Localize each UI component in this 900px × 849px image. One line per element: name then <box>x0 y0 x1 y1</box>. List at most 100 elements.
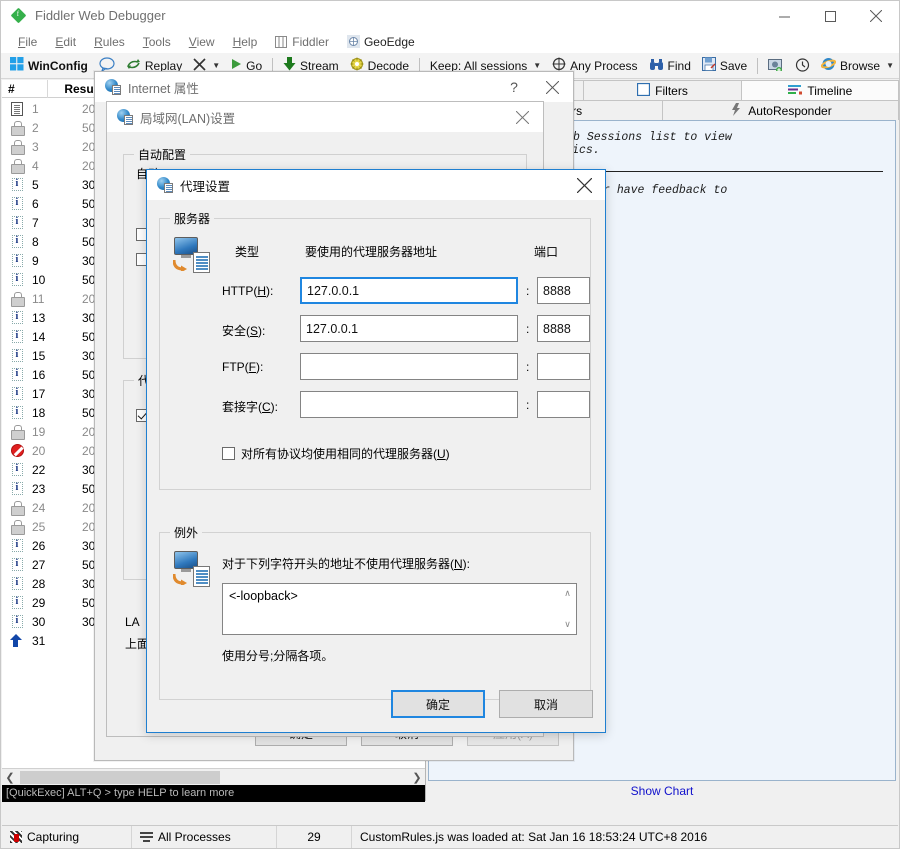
scroll-left-icon[interactable]: ❮ <box>2 771 18 784</box>
column-label-address: 要使用的代理服务器地址 <box>305 245 438 259</box>
session-icon-cell <box>2 197 32 210</box>
http-port-input[interactable]: 8888 <box>537 277 590 304</box>
tab-timeline[interactable]: Timeline <box>740 80 899 100</box>
menu-file[interactable]: File <box>9 33 46 51</box>
session-number: 18 <box>32 405 46 420</box>
help-question-icon[interactable]: ? <box>499 72 529 102</box>
session-number: 19 <box>32 424 46 439</box>
status-capturing[interactable]: Capturing <box>2 825 132 848</box>
exceptions-textarea[interactable]: <-loopback> ∧ ∨ <box>222 583 577 635</box>
toolbar-browse[interactable]: Browse ▼ <box>816 55 899 76</box>
proxy-settings-close-icon[interactable] <box>563 170 605 200</box>
server-group: 服务器 类型 要使用的代理服务器地址 端口 HTTP(H): 127.0.0.1… <box>159 210 591 490</box>
show-chart-link[interactable]: Show Chart <box>426 781 898 801</box>
hscroll-thumb[interactable] <box>20 770 220 784</box>
lock-icon <box>11 159 25 174</box>
session-number: 27 <box>32 557 46 572</box>
filters-icon <box>637 82 651 99</box>
ftp-proxy-input[interactable] <box>300 353 518 380</box>
menu-view[interactable]: View <box>180 33 224 51</box>
fiddler-window: Fiddler Web Debugger File Edit Rules Too… <box>0 0 900 849</box>
column-label-port: 端口 <box>534 245 559 259</box>
proxy-settings-body: 服务器 类型 要使用的代理服务器地址 端口 HTTP(H): 127.0.0.1… <box>147 200 605 732</box>
status-count: 29 <box>277 825 352 848</box>
socks-proxy-input[interactable] <box>300 391 518 418</box>
exceptions-computer-icon <box>172 551 210 587</box>
status-processes[interactable]: All Processes <box>132 825 277 848</box>
windows-icon <box>10 57 24 74</box>
lock-icon <box>11 121 25 136</box>
scroll-right-icon[interactable]: ❯ <box>409 771 425 784</box>
info-icon <box>11 463 23 476</box>
session-number: 7 <box>32 215 39 230</box>
menu-edit[interactable]: Edit <box>46 33 85 51</box>
info-icon <box>11 349 23 362</box>
scroll-down-icon[interactable]: ∨ <box>564 619 571 630</box>
colon-secure: : <box>526 322 530 336</box>
lan-settings-title: 局域网(LAN)设置 <box>140 111 236 126</box>
info-icon <box>11 577 23 590</box>
session-number: 16 <box>32 367 46 382</box>
socks-port-input[interactable] <box>537 391 590 418</box>
exceptions-scrollbar[interactable]: ∧ ∨ <box>560 585 575 633</box>
proxy-ok-button[interactable]: 确定 <box>391 690 485 718</box>
same-proxy-row[interactable]: 对所有协议均使用相同的代理服务器(U) <box>222 445 450 462</box>
toolbar-save[interactable]: Save <box>697 55 752 76</box>
scroll-up-icon[interactable]: ∧ <box>564 588 571 599</box>
tab-autoresponder[interactable]: AutoResponder <box>662 100 899 120</box>
proxy-settings-title: 代理设置 <box>180 179 231 194</box>
ftp-port-input[interactable] <box>537 353 590 380</box>
hscroll-track[interactable] <box>18 769 409 785</box>
menu-geoedge[interactable]: GeoEdge <box>338 33 424 51</box>
session-icon-cell <box>2 101 32 116</box>
window-title: Fiddler Web Debugger <box>35 8 166 23</box>
same-proxy-label: 对所有协议均使用相同的代理服务器(U) <box>241 447 450 461</box>
menu-help[interactable]: Help <box>224 33 267 51</box>
chevron-down-icon[interactable]: ▼ <box>212 61 220 70</box>
session-number: 24 <box>32 500 46 515</box>
lock-icon <box>11 520 25 535</box>
chevron-down-icon-browse[interactable]: ▼ <box>886 61 894 70</box>
maximize-button[interactable] <box>807 1 853 31</box>
session-icon-cell <box>2 520 32 535</box>
field-label-secure: 安全(S): <box>222 324 266 338</box>
info-icon <box>11 254 23 267</box>
ie-browse-icon <box>820 57 837 74</box>
session-icon-cell <box>2 596 32 609</box>
session-number: 17 <box>32 386 46 401</box>
toolbar-find[interactable]: Find <box>644 56 696 76</box>
session-icon-cell <box>2 615 32 628</box>
toolbar-winconfig[interactable]: WinConfig <box>5 55 93 76</box>
toolbar-timer[interactable] <box>790 55 815 77</box>
toolbar-browse-label: Browse <box>840 58 881 73</box>
exceptions-group: 例外 对于下列字符开头的地址不使用代理服务器(N): <-loopback> ∧ <box>159 524 591 700</box>
tab-filters[interactable]: Filters <box>583 80 742 100</box>
minimize-button[interactable] <box>761 1 807 31</box>
info-icon <box>11 216 23 229</box>
server-group-label: 服务器 <box>170 210 215 227</box>
lan-settings-close-icon[interactable] <box>501 102 543 132</box>
internet-properties-close-icon[interactable] <box>531 72 573 102</box>
column-header-number[interactable]: # <box>2 79 48 98</box>
menu-fiddler-label: Fiddler <box>292 35 329 49</box>
toolbar-camera[interactable] <box>763 55 789 76</box>
secure-proxy-input[interactable]: 127.0.0.1 <box>300 315 518 342</box>
proxy-settings-dialog: 代理设置 服务器 类型 要使用的代理服务器地址 端口 HTTP(H): 127.… <box>146 169 606 733</box>
menu-fiddler[interactable]: Fiddler <box>266 33 338 51</box>
same-proxy-checkbox[interactable] <box>222 447 235 460</box>
menu-rules[interactable]: Rules <box>85 33 134 51</box>
http-proxy-input[interactable]: 127.0.0.1 <box>300 277 518 304</box>
camera-icon <box>768 57 784 74</box>
secure-port-input[interactable]: 8888 <box>537 315 590 342</box>
info-icon <box>11 406 23 419</box>
menu-tools[interactable]: Tools <box>134 33 180 51</box>
close-button[interactable] <box>853 1 899 31</box>
session-icon-cell <box>2 558 32 571</box>
quickexec-box[interactable]: [QuickExec] ALT+Q > type HELP to learn m… <box>2 785 425 802</box>
session-icon-cell <box>2 425 32 440</box>
chevron-down-icon-keep[interactable]: ▼ <box>533 61 541 70</box>
sessions-hscrollbar[interactable]: ❮ ❯ <box>2 768 425 785</box>
proxy-cancel-button[interactable]: 取消 <box>499 690 593 718</box>
session-icon-cell <box>2 121 32 136</box>
autoresponder-icon <box>729 102 743 119</box>
